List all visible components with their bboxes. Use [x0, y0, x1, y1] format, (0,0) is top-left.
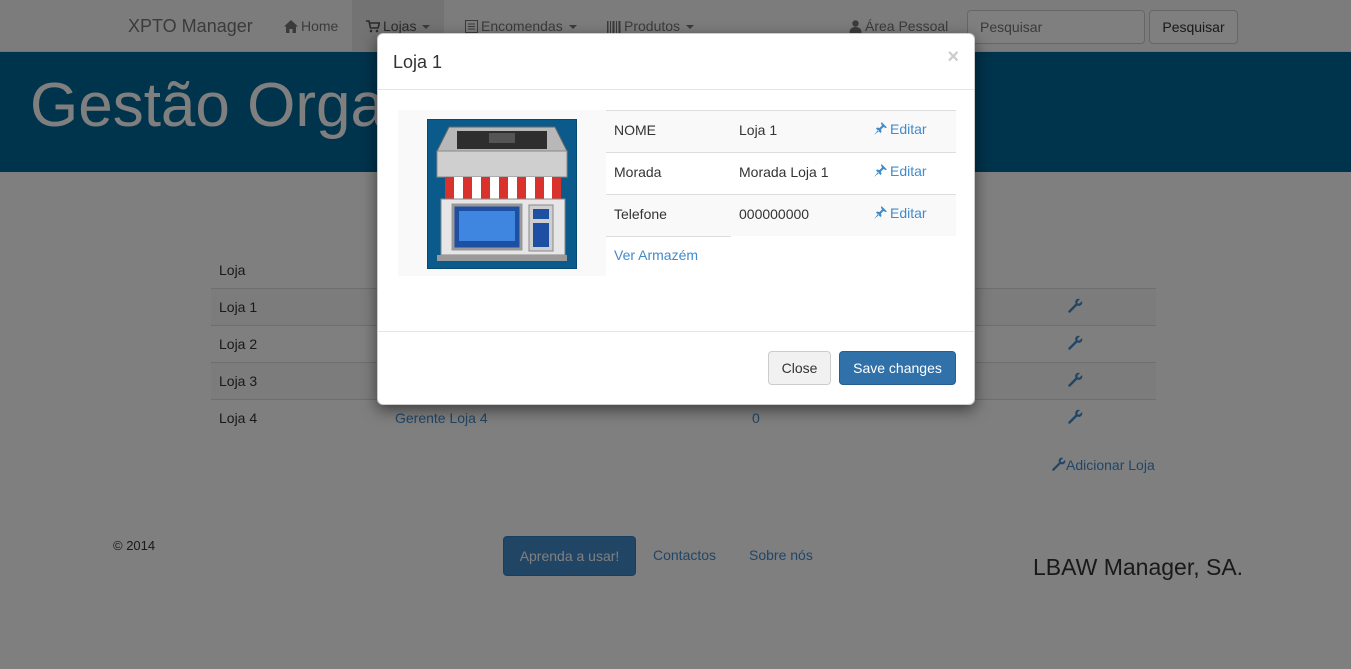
field-label: Telefone	[614, 206, 667, 222]
pushpin-icon	[874, 206, 887, 219]
modal-header: Loja 1 ×	[378, 34, 974, 90]
store-image	[398, 110, 606, 276]
field-value: Morada Loja 1	[739, 164, 829, 180]
edit-label: Editar	[890, 121, 927, 137]
store-modal: Loja 1 × NOME Loja 1 Editar Morada Morad…	[377, 33, 975, 405]
field-value: Loja 1	[739, 122, 778, 138]
pushpin-icon	[874, 164, 887, 177]
info-row-telefone: Telefone 000000000 Editar	[606, 194, 956, 236]
modal-footer: Close Save changes	[378, 331, 974, 405]
close-button[interactable]: Close	[768, 351, 831, 385]
field-label: NOME	[614, 122, 656, 138]
save-changes-button[interactable]: Save changes	[839, 351, 956, 385]
info-row-nome: NOME Loja 1 Editar	[606, 110, 956, 152]
field-value: 000000000	[739, 206, 810, 222]
modal-title: Loja 1	[393, 52, 443, 72]
edit-nome-link[interactable]: Editar	[874, 121, 927, 137]
info-row-morada: Morada Morada Loja 1 Editar	[606, 152, 956, 194]
edit-label: Editar	[890, 163, 927, 179]
edit-morada-link[interactable]: Editar	[874, 163, 927, 179]
store-info-table: NOME Loja 1 Editar Morada Morada Loja 1 …	[606, 110, 956, 278]
pushpin-icon	[874, 122, 887, 135]
store-icon	[427, 119, 577, 269]
edit-label: Editar	[890, 205, 927, 221]
field-label: Morada	[614, 164, 662, 180]
info-row-armazem: Ver Armazém	[606, 236, 731, 278]
close-icon[interactable]: ×	[947, 46, 959, 69]
warehouse-link[interactable]: Ver Armazém	[614, 247, 698, 263]
edit-telefone-link[interactable]: Editar	[874, 205, 927, 221]
